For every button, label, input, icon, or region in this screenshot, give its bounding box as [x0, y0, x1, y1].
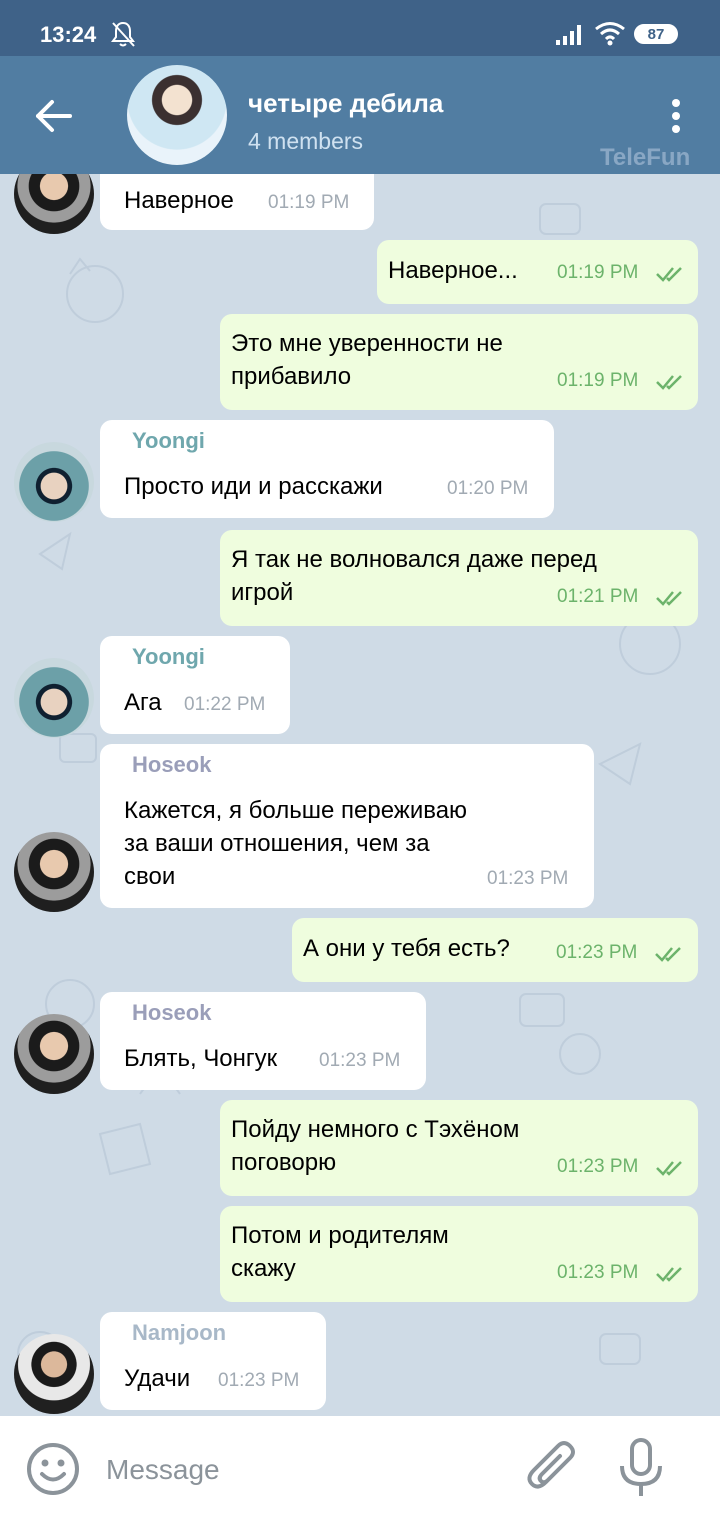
message-text: Ага [124, 689, 162, 716]
message-time: 01:19 PM [557, 262, 639, 283]
message-bubble-incoming[interactable]: Hoseok Кажется, я больше переживаю за ва… [100, 744, 594, 908]
message-text: А они у тебя есть? [303, 935, 510, 962]
back-arrow-icon[interactable] [30, 96, 78, 136]
message-text: Я так не волновался даже перед игрой [231, 546, 597, 606]
message-text: Пойду немного с Тэхёном поговорю [231, 1116, 520, 1176]
message-bubble-incoming[interactable]: Yoongi Просто иди и расскажи 01:20 PM [100, 420, 554, 518]
message-bubble-incoming[interactable]: Hoseok Блять, Чонгук 01:23 PM [100, 992, 426, 1090]
paperclip-icon[interactable] [526, 1440, 580, 1500]
message-bubble-incoming[interactable]: Yoongi Ага 01:22 PM [100, 636, 290, 734]
composer [0, 1416, 720, 1520]
message-text: Потом и родителям скажу [231, 1222, 449, 1282]
avatar-yoongi[interactable] [14, 658, 94, 738]
message-bubble-incoming[interactable]: Namjoon Удачи 01:23 PM [100, 1312, 326, 1410]
sender-name[interactable]: Hoseok [132, 752, 211, 778]
double-check-icon [656, 375, 682, 390]
signal-icon [556, 25, 581, 45]
avatar-yoongi[interactable] [14, 442, 94, 522]
avatar-hoseok[interactable] [14, 832, 94, 912]
message-time: 01:22 PM [184, 694, 266, 715]
message-time: 01:23 PM [218, 1370, 300, 1391]
message-time: 01:23 PM [319, 1050, 401, 1071]
message-time: 01:19 PM [557, 370, 639, 391]
message-input[interactable] [104, 1446, 508, 1494]
message-time: 01:21 PM [557, 586, 639, 607]
double-check-icon [656, 267, 682, 282]
message-time: 01:23 PM [556, 942, 638, 963]
chat-title[interactable]: четыре дебила [248, 88, 443, 119]
more-vert-icon[interactable] [660, 96, 692, 136]
wifi-icon [595, 22, 625, 46]
message-bubble-outgoing[interactable]: Пойду немного с Тэхёном поговорю 01:23 P… [220, 1100, 698, 1196]
message-bubble-outgoing[interactable]: Потом и родителям скажу 01:23 PM [220, 1206, 698, 1302]
chat-header: четыре дебила 4 members TeleFun [0, 56, 720, 174]
watermark: TeleFun [600, 144, 691, 171]
double-check-icon [656, 1161, 682, 1176]
message-bubble-outgoing[interactable]: А они у тебя есть? 01:23 PM [292, 918, 698, 982]
message-time: 01:23 PM [557, 1156, 639, 1177]
group-avatar[interactable] [127, 65, 227, 165]
sender-name[interactable]: Namjoon [132, 1320, 226, 1346]
clock: 13:24 [40, 22, 97, 47]
message-list[interactable]: Наверное 01:19 PM Наверное... 01:19 PM Э… [0, 174, 720, 1416]
avatar-namjoon[interactable] [14, 1334, 94, 1414]
message-bubble-incoming[interactable]: Наверное 01:19 PM [100, 174, 374, 230]
message-time: 01:19 PM [268, 192, 350, 213]
member-count: 4 members [248, 128, 364, 154]
avatar-hoseok[interactable] [14, 1014, 94, 1094]
double-check-icon [655, 947, 681, 962]
message-text: Просто иди и расскажи [124, 473, 383, 500]
message-bubble-outgoing[interactable]: Наверное... 01:19 PM [377, 240, 698, 304]
sender-name[interactable]: Yoongi [132, 428, 205, 454]
double-check-icon [656, 1267, 682, 1282]
message-time: 01:23 PM [487, 868, 569, 889]
message-text: Наверное [124, 187, 234, 214]
microphone-icon[interactable] [618, 1438, 664, 1500]
message-text: Кажется, я больше переживаю за ваши отно… [124, 797, 468, 890]
message-bubble-outgoing[interactable]: Я так не волновался даже перед игрой 01:… [220, 530, 698, 626]
message-text: Это мне уверенности не прибавило [231, 330, 503, 390]
message-time: 01:23 PM [557, 1262, 639, 1283]
emoji-icon[interactable] [26, 1442, 80, 1496]
message-bubble-outgoing[interactable]: Это мне уверенности не прибавило 01:19 P… [220, 314, 698, 410]
message-text: Удачи [124, 1365, 191, 1392]
message-text: Наверное... [388, 257, 518, 284]
sender-name[interactable]: Hoseok [132, 1000, 211, 1026]
bell-off-icon [111, 21, 135, 47]
status-bar: 13:24 87 [0, 0, 720, 56]
double-check-icon [656, 591, 682, 606]
message-text: Блять, Чонгук [124, 1045, 278, 1072]
sender-name[interactable]: Yoongi [132, 644, 205, 670]
message-time: 01:20 PM [447, 478, 529, 499]
battery-indicator: 87 [634, 24, 678, 44]
